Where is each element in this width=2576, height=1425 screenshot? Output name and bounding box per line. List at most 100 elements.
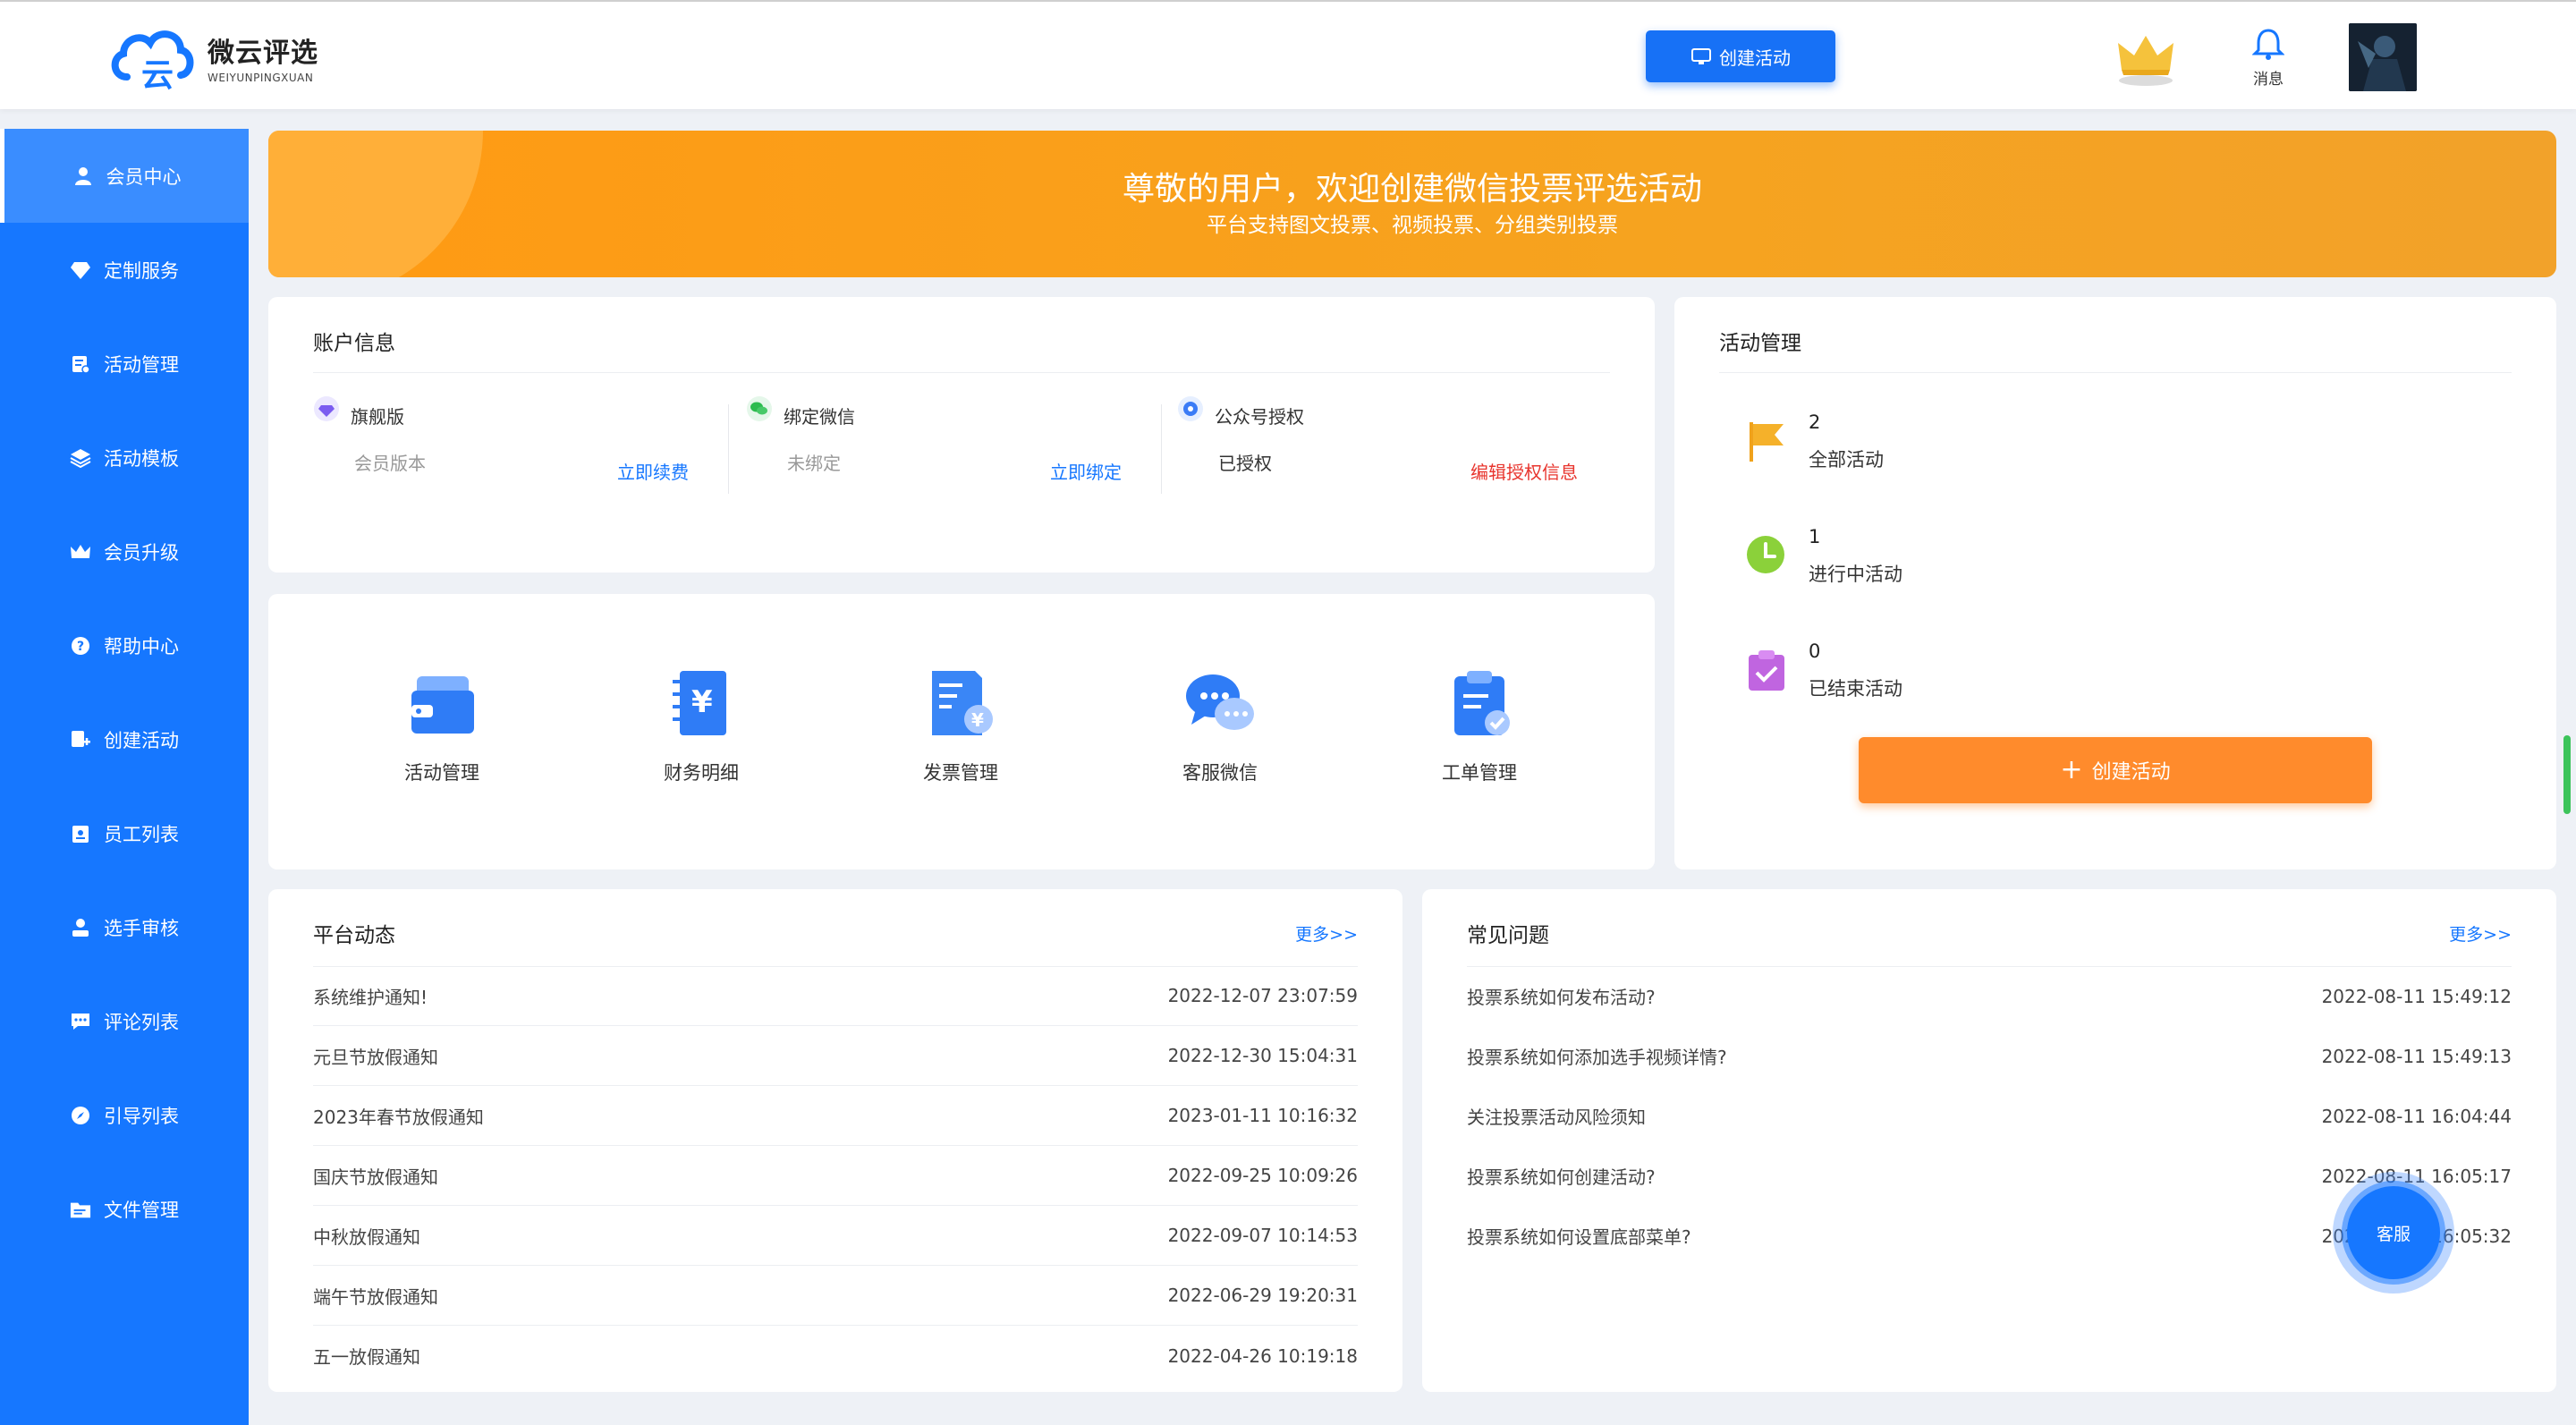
item-title: 关注投票活动风险须知 [1467,1107,1646,1128]
list-item[interactable]: 系统维护通知! 2022-12-07 23:07:59 [313,966,1358,1026]
item-title: 五一放假通知 [313,1346,420,1368]
news-more-link[interactable]: 更多>> [1295,921,1358,946]
item-date: 2022-12-30 15:04:31 [1167,1045,1358,1066]
avatar-image [2349,23,2417,91]
customer-service-button[interactable]: 客服 [2333,1172,2454,1294]
banner-subtitle: 平台支持图文投票、视频投票、分组类别投票 [1207,214,1618,237]
item-date: 2022-08-11 16:04:44 [2321,1105,2512,1127]
sidebar-item-file-management[interactable]: 文件管理 [0,1162,249,1256]
check-icon [1749,650,1784,691]
activity-management-card: 活动管理 2 全部活动 1 进行中活动 0 已结束活动 + 创建活动 [1674,297,2556,869]
list-item[interactable]: 五一放假通知 2022-04-26 10:19:18 [313,1326,1358,1386]
sidebar-item-label: 定制服务 [104,259,179,282]
wechat-value: 未绑定 [787,453,841,474]
tool-finance-detail[interactable]: ¥ 财务明细 [630,666,773,785]
item-title: 端午节放假通知 [313,1285,438,1308]
sidebar-item-create-activity[interactable]: 创建活动 [0,692,249,786]
stat-all-activities[interactable]: 2 全部活动 [1746,408,2193,479]
logo[interactable]: 云 微云评选 WEIYUNPINGXUAN [107,21,318,93]
sidebar: 会员中心 定制服务 活动管理 活动模板 会员升级 ? 帮助中心 创建活动 员工列… [0,129,249,1425]
edit-auth-link[interactable]: 编辑授权信息 [1470,458,1578,484]
sidebar-item-member-upgrade[interactable]: 会员升级 [0,505,249,598]
badge-icon [70,823,91,844]
item-date: 2022-09-07 10:14:53 [1167,1225,1358,1246]
sidebar-item-activity-template[interactable]: 活动模板 [0,411,249,505]
item-title: 投票系统如何添加选手视频详情? [1467,1047,1727,1068]
tool-label: 工单管理 [1442,762,1517,784]
create-activity-label: 创建活动 [2091,761,2171,784]
faq-card: 常见问题 更多>> 投票系统如何发布活动? 2022-08-11 15:49:12… [1422,889,2556,1392]
edition-value: 会员版本 [354,453,426,474]
sidebar-item-contestant-review[interactable]: 选手审核 [0,880,249,974]
item-date: 2023-01-11 10:16:32 [1167,1105,1358,1126]
sidebar-item-label: 员工列表 [104,823,179,845]
tool-service-wechat[interactable]: 客服微信 [1148,666,1292,785]
item-date: 2022-09-25 10:09:26 [1167,1165,1358,1186]
list-item[interactable]: 国庆节放假通知 2022-09-25 10:09:26 [313,1146,1358,1206]
sidebar-item-custom-service[interactable]: 定制服务 [0,223,249,317]
wallet-icon [411,676,474,734]
sidebar-item-label: 帮助中心 [104,635,179,657]
stat-ended-activities[interactable]: 0 已结束活动 [1746,637,2193,708]
official-name: 公众号授权 [1215,406,1304,428]
item-date: 2022-06-29 19:20:31 [1167,1285,1358,1306]
sidebar-item-guide-list[interactable]: 引导列表 [0,1068,249,1162]
sidebar-item-activity-management[interactable]: 活动管理 [0,317,249,411]
sidebar-item-label: 活动管理 [104,353,179,376]
layers-icon [70,447,91,469]
sidebar-item-label: 选手审核 [104,917,179,939]
message-button[interactable]: 消息 [2241,27,2295,89]
item-date: 2022-12-07 23:07:59 [1167,985,1358,1006]
stat-ongoing-activities[interactable]: 1 进行中活动 [1746,522,2193,594]
welcome-banner: 尊敬的用户，欢迎创建微信投票评选活动 平台支持图文投票、视频投票、分组类别投票 [268,131,2556,277]
tool-label: 客服微信 [1182,762,1258,784]
sidebar-item-comment-list[interactable]: 评论列表 [0,974,249,1068]
invoice-icon: ¥ [932,671,993,735]
sidebar-item-label: 会员中心 [106,165,182,188]
logo-title: 微云评选 [208,38,318,69]
header-create-activity-button[interactable]: 创建活动 [1646,30,1835,82]
list-item[interactable]: 投票系统如何发布活动? 2022-08-11 15:49:12 [1467,966,2512,1026]
account-edition: 旗舰版 会员版本 立即续费 [313,395,716,494]
divider [313,372,1610,373]
wechat-name: 绑定微信 [784,406,855,428]
top-header: 云 微云评选 WEIYUNPINGXUAN 创建活动 消息 [0,0,2576,109]
monitor-icon [1691,48,1711,64]
create-activity-button[interactable]: + 创建活动 [1859,737,2372,803]
bind-link[interactable]: 立即绑定 [1050,458,1122,484]
item-title: 中秋放假通知 [313,1226,420,1248]
sidebar-item-help-center[interactable]: ? 帮助中心 [0,598,249,692]
tool-ticket-management[interactable]: 工单管理 [1408,666,1551,785]
svg-text:云: 云 [141,57,174,93]
list-item[interactable]: 中秋放假通知 2022-09-07 10:14:53 [313,1206,1358,1266]
avatar[interactable] [2349,23,2417,91]
vip-crown-icon[interactable] [2114,27,2177,89]
platform-news-card: 平台动态 更多>> 系统维护通知! 2022-12-07 23:07:59 元旦节… [268,889,1402,1392]
clipboard-icon [1454,671,1510,735]
renew-link[interactable]: 立即续费 [617,458,689,484]
sidebar-item-member-center[interactable]: 会员中心 [0,129,249,223]
help-icon: ? [70,635,91,657]
item-title: 投票系统如何发布活动? [1467,987,1656,1008]
faq-more-link[interactable]: 更多>> [2449,921,2512,946]
list-item[interactable]: 端午节放假通知 2022-06-29 19:20:31 [313,1266,1358,1326]
item-title: 系统维护通知! [313,986,428,1008]
scroll-indicator[interactable] [2563,735,2571,814]
wechat-icon [747,396,772,421]
list-item[interactable]: 投票系统如何添加选手视频详情? 2022-08-11 15:49:13 [1467,1026,2512,1086]
sidebar-item-staff-list[interactable]: 员工列表 [0,786,249,880]
list-item[interactable]: 元旦节放假通知 2022-12-30 15:04:31 [313,1026,1358,1086]
cloud-logo-icon: 云 [111,30,194,93]
list-item[interactable]: 关注投票活动风险须知 2022-08-11 16:04:44 [1467,1086,2512,1146]
activity-title: 活动管理 [1719,332,1801,355]
account-official: 公众号授权 已授权 编辑授权信息 [1177,395,1580,494]
tool-invoice-management[interactable]: ¥ 发票管理 [889,666,1032,785]
news-list: 系统维护通知! 2022-12-07 23:07:59 元旦节放假通知 2022-1… [313,966,1358,1386]
item-title: 元旦节放假通知 [313,1046,438,1068]
account-info-title: 账户信息 [313,332,395,355]
list-item[interactable]: 2023年春节放假通知 2023-01-11 10:16:32 [313,1086,1358,1146]
diamond-icon [70,259,91,281]
tool-activity-management[interactable]: 活动管理 [370,666,513,785]
sidebar-item-label: 文件管理 [104,1199,179,1221]
tool-label: 财务明细 [664,762,739,784]
